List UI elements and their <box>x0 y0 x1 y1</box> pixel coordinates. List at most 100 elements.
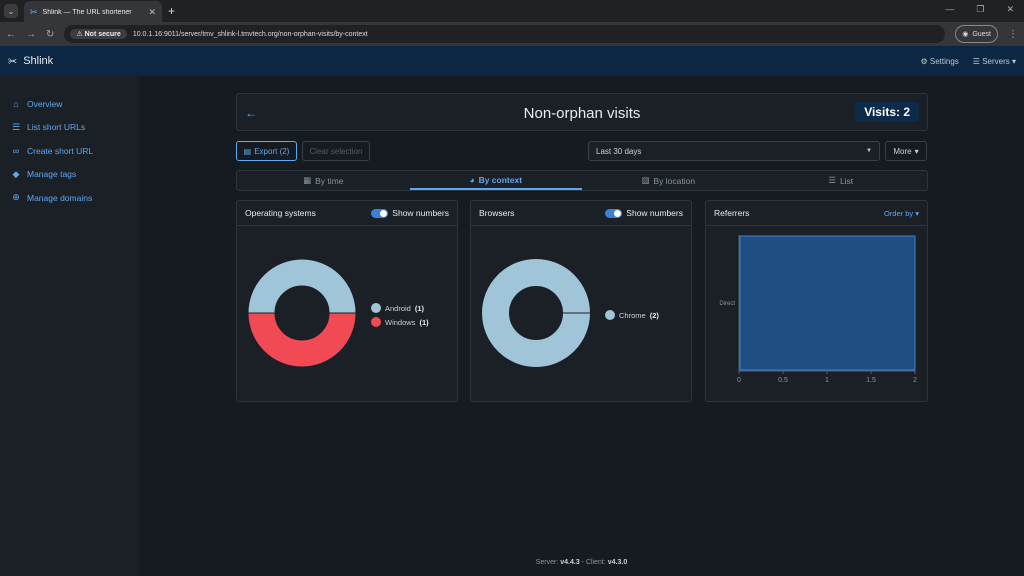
shlink-logo-icon: ✂ <box>8 55 18 68</box>
legend-value: 1 <box>421 317 427 327</box>
date-range-select[interactable]: Last 30 days ▼ <box>588 141 880 161</box>
show-numbers-toggle[interactable]: Show numbers <box>371 208 449 218</box>
sidebar: ⌂ Overview ☰ List short URLs ∞ Create short… <box>0 76 139 576</box>
shlink-favicon-icon: ✂ <box>30 6 38 17</box>
card-title: Operating systems <box>245 208 316 218</box>
sidebar-item-list-short-urls[interactable]: ☰ List short URLs <box>0 116 139 140</box>
sidebar-item-create-short-url[interactable]: ∞ Create short URL <box>0 139 139 163</box>
servers-dropdown[interactable]: ☰ Servers ▾ <box>973 57 1016 66</box>
legend-item-android: Android (1) <box>371 301 429 315</box>
legend-value: 1 <box>417 303 422 313</box>
tab-label: By location <box>653 175 696 186</box>
visits-badge: Visits: 2 <box>855 102 919 122</box>
card-title: Referrers <box>714 208 750 218</box>
title-card: ← Non-orphan visits Visits: 2 <box>236 93 928 131</box>
browser-toolbar: ← → ↻ ⚠ Not secure 10.0.1.16:9011/server… <box>0 22 1024 46</box>
browser-tab[interactable]: ✂ Shlink — The URL shortener ✕ <box>24 1 162 23</box>
reload-icon[interactable]: ↻ <box>46 29 54 40</box>
tab-search-icon[interactable]: ⌄ <box>4 4 18 18</box>
show-numbers-toggle[interactable]: Show numbers <box>605 208 683 218</box>
legend-swatch <box>371 317 381 327</box>
legend-item-windows: Windows (1) <box>371 315 429 329</box>
list-icon: ☰ <box>11 121 21 132</box>
toggle-label: Show numbers <box>392 208 449 218</box>
legend-label: Chrome <box>619 310 646 320</box>
sidebar-item-label: List short URLs <box>27 122 86 133</box>
brand-link[interactable]: ✂ Shlink <box>8 55 53 68</box>
tab-label: List <box>839 175 854 186</box>
minimize-icon[interactable]: — <box>945 4 954 15</box>
date-range-value: Last 30 days <box>596 146 642 156</box>
browsers-card: Browsers Show numbers Chrome (2) <box>470 200 692 402</box>
profile-icon: ◉ <box>962 31 969 38</box>
window-controls: — ❐ ✕ <box>945 4 1014 15</box>
restore-icon[interactable]: ❐ <box>976 4 984 15</box>
tick-label: 0 <box>737 377 741 384</box>
sidebar-item-manage-tags[interactable]: ◆ Manage tags <box>0 163 139 187</box>
close-tab-icon[interactable]: ✕ <box>148 7 156 18</box>
more-dropdown[interactable]: More ▾ <box>885 141 927 161</box>
not-secure-label: Not secure <box>84 31 121 38</box>
tab-by-context[interactable]: ◕ By context <box>409 171 582 190</box>
home-icon: ⌂ <box>13 98 19 109</box>
new-tab-icon[interactable]: + <box>168 4 175 18</box>
browser-menu-icon[interactable]: ⋮ <box>1008 29 1018 40</box>
address-bar[interactable]: ⚠ Not secure 10.0.1.16:9011/server/tmv_s… <box>64 25 946 43</box>
close-window-icon[interactable]: ✕ <box>1006 4 1014 15</box>
clear-selection-button[interactable]: Clear selection <box>302 141 370 161</box>
brand-name: Shlink <box>23 55 54 67</box>
tick-label: 1 <box>825 377 829 384</box>
toggle-switch[interactable] <box>605 208 623 218</box>
page-title: Non-orphan visits <box>523 105 641 122</box>
map-icon: ▨ <box>641 175 650 185</box>
app-navbar: ✂ Shlink ⚙ Settings ☰ Servers ▾ <box>0 46 1024 76</box>
legend-swatch <box>605 310 615 320</box>
sidebar-item-label: Manage tags <box>27 169 77 180</box>
legend-label: Windows <box>385 317 416 327</box>
calendar-icon: ▦ <box>303 175 312 185</box>
sidebar-item-label: Overview <box>27 98 63 109</box>
tab-label: By time <box>315 175 344 186</box>
legend-swatch <box>371 303 381 313</box>
main-content: ← Non-orphan visits Visits: 2 ▤ Export (2… <box>139 76 1024 576</box>
order-by-dropdown[interactable]: Order by ▾ <box>884 209 919 218</box>
toggle-switch[interactable] <box>371 208 389 218</box>
list-icon: ☰ <box>828 175 836 185</box>
caret-down-icon: ▾ <box>914 146 919 156</box>
sidebar-item-manage-domains[interactable]: ⊕ Manage domains <box>0 186 139 210</box>
browsers-legend: Chrome (2) <box>605 308 659 322</box>
client-version: v4.3.0 <box>607 559 628 566</box>
legend-item-chrome: Chrome (2) <box>605 308 659 322</box>
tab-by-location[interactable]: ▨ By location <box>582 171 755 190</box>
tab-list[interactable]: ☰ List <box>755 171 928 190</box>
server-version: v4.4.3 <box>560 559 580 566</box>
back-icon[interactable]: ← <box>6 29 16 40</box>
toggle-label: Show numbers <box>626 208 683 218</box>
referrers-bar-chart: Direct 0 0.5 1 1.5 2 <box>719 235 917 384</box>
server-label: Server: <box>535 559 559 566</box>
card-title: Browsers <box>479 208 515 218</box>
category-label: Direct <box>719 301 735 307</box>
bar-direct[interactable] <box>739 235 916 371</box>
version-footer: Server: v4.4.3 - Client: v4.3.0 <box>535 559 628 566</box>
sidebar-item-label: Create short URL <box>27 145 94 156</box>
legend-value: 2 <box>652 310 657 320</box>
not-secure-badge[interactable]: ⚠ Not secure <box>70 29 127 39</box>
tick-label: 1.5 <box>866 377 876 384</box>
profile-button[interactable]: ◉ Guest <box>955 25 998 43</box>
forward-icon[interactable]: → <box>26 29 36 40</box>
os-legend: Android (1) Windows (1) <box>371 301 429 329</box>
settings-link[interactable]: ⚙ Settings <box>920 57 958 66</box>
globe-icon: ⊕ <box>12 192 20 203</box>
slice-android[interactable] <box>247 258 357 314</box>
tags-icon: ◆ <box>12 168 20 179</box>
export-button[interactable]: ▤ Export (2) <box>236 141 297 161</box>
tab-by-time[interactable]: ▦ By time <box>237 171 410 190</box>
chart-pie-icon: ◕ <box>469 174 475 185</box>
caret-down-icon: ▼ <box>866 148 872 154</box>
more-label: More <box>893 146 912 156</box>
sidebar-item-overview[interactable]: ⌂ Overview <box>0 92 139 116</box>
order-by-label: Order by <box>883 208 914 218</box>
sidebar-item-label: Manage domains <box>27 192 93 203</box>
slice-windows[interactable] <box>247 312 357 368</box>
